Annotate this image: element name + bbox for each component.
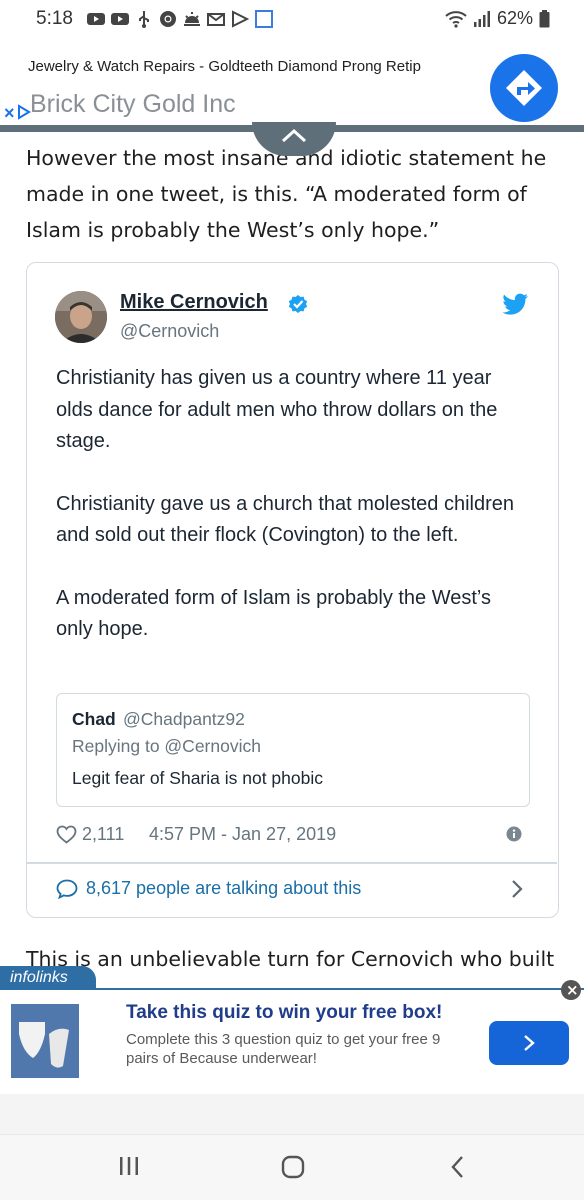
quoted-tweet[interactable]: Chad @Chadpantz92 Replying to @Cernovich… xyxy=(56,693,530,807)
ad-title[interactable]: Take this quiz to win your free box! xyxy=(126,1002,442,1024)
author-name[interactable]: Mike Cernovich xyxy=(120,291,268,314)
ad-footer-space xyxy=(0,1094,584,1134)
infolinks-tag[interactable]: infolinks xyxy=(0,966,96,990)
chevron-right-icon[interactable] xyxy=(510,879,524,899)
tweet-paragraph: Christianity has given us a country wher… xyxy=(56,367,498,452)
system-nav-bar xyxy=(0,1134,584,1200)
signal-icon xyxy=(473,10,491,28)
heart-icon[interactable] xyxy=(56,825,77,844)
conversation-link[interactable]: 8,617 people are talking about this xyxy=(56,877,530,903)
youtube-icon xyxy=(86,10,106,28)
chevron-up-icon xyxy=(281,128,307,143)
like-count[interactable]: 2,111 xyxy=(82,824,124,845)
tweet-paragraph: Christianity gave us a church that moles… xyxy=(56,492,515,547)
usb-icon xyxy=(134,10,154,28)
ad-close-button[interactable]: × xyxy=(561,980,581,1000)
close-icon[interactable]: × xyxy=(4,104,15,122)
close-icon: × xyxy=(566,981,579,999)
status-bar: 5:18 62% xyxy=(0,0,584,38)
avatar[interactable] xyxy=(55,291,107,343)
home-icon[interactable] xyxy=(281,1155,305,1179)
tweet-text: Christianity has given us a country wher… xyxy=(56,363,526,677)
verified-icon xyxy=(288,295,308,313)
tweet-timestamp[interactable]: 4:57 PM - Jan 27, 2019 xyxy=(149,824,336,845)
author-handle[interactable]: @Cernovich xyxy=(120,321,219,342)
directions-icon xyxy=(506,70,542,106)
tweet-meta: 2,111 4:57 PM - Jan 27, 2019 xyxy=(56,823,530,847)
weather-icon xyxy=(182,10,202,28)
ad-advertiser[interactable]: Brick City Gold Inc xyxy=(30,90,236,119)
article-paragraph: This is an unbelievable turn for Cernovi… xyxy=(26,947,555,971)
quoted-text: Legit fear of Sharia is not phobic xyxy=(72,768,323,788)
play-icon xyxy=(230,10,250,28)
article-paragraph: However the most insane and idiotic stat… xyxy=(26,146,547,242)
battery-percent: 62% xyxy=(496,8,533,28)
ad-description[interactable]: Complete this 3 question quiz to get you… xyxy=(126,1030,476,1068)
speech-bubble-icon xyxy=(56,879,78,899)
mail-icon xyxy=(206,10,226,28)
quoted-author-handle: @Chadpantz92 xyxy=(123,709,245,729)
tweet-paragraph: A moderated form of Islam is probably th… xyxy=(56,586,492,641)
top-banner-ad[interactable]: Jewelry & Watch Repairs - Goldteeth Diam… xyxy=(0,38,584,130)
wifi-icon xyxy=(445,10,467,28)
chevron-right-icon xyxy=(524,1035,535,1051)
ad-choices[interactable]: × xyxy=(4,104,31,122)
adchoices-icon[interactable] xyxy=(17,104,31,120)
directions-button[interactable] xyxy=(490,54,558,122)
status-right: 62% xyxy=(445,8,550,29)
divider xyxy=(27,862,557,864)
ad-go-button[interactable] xyxy=(489,1021,569,1065)
quoted-author-name: Chad xyxy=(72,709,116,729)
youtube-icon xyxy=(110,10,130,28)
recent-apps-icon[interactable] xyxy=(118,1155,140,1177)
infolinks-label: infolinks xyxy=(10,969,68,986)
ad-headline[interactable]: Jewelry & Watch Repairs - Goldteeth Diam… xyxy=(28,58,421,75)
info-icon[interactable] xyxy=(506,826,522,842)
twitter-bird-icon[interactable] xyxy=(503,293,529,315)
notification-icons xyxy=(86,9,274,29)
back-icon[interactable] xyxy=(449,1155,467,1179)
bottom-banner-ad[interactable]: Take this quiz to win your free box! Com… xyxy=(0,988,584,1094)
chrome-icon xyxy=(158,10,178,28)
status-time: 5:18 xyxy=(36,8,73,29)
replying-to: Replying to @Cernovich xyxy=(72,736,261,756)
ad-product-image[interactable] xyxy=(11,1004,79,1078)
square-icon xyxy=(254,10,274,28)
battery-icon xyxy=(539,9,550,28)
talking-count[interactable]: 8,617 people are talking about this xyxy=(86,878,361,899)
embedded-tweet[interactable]: Mike Cernovich @Cernovich Christianity h… xyxy=(26,262,559,918)
